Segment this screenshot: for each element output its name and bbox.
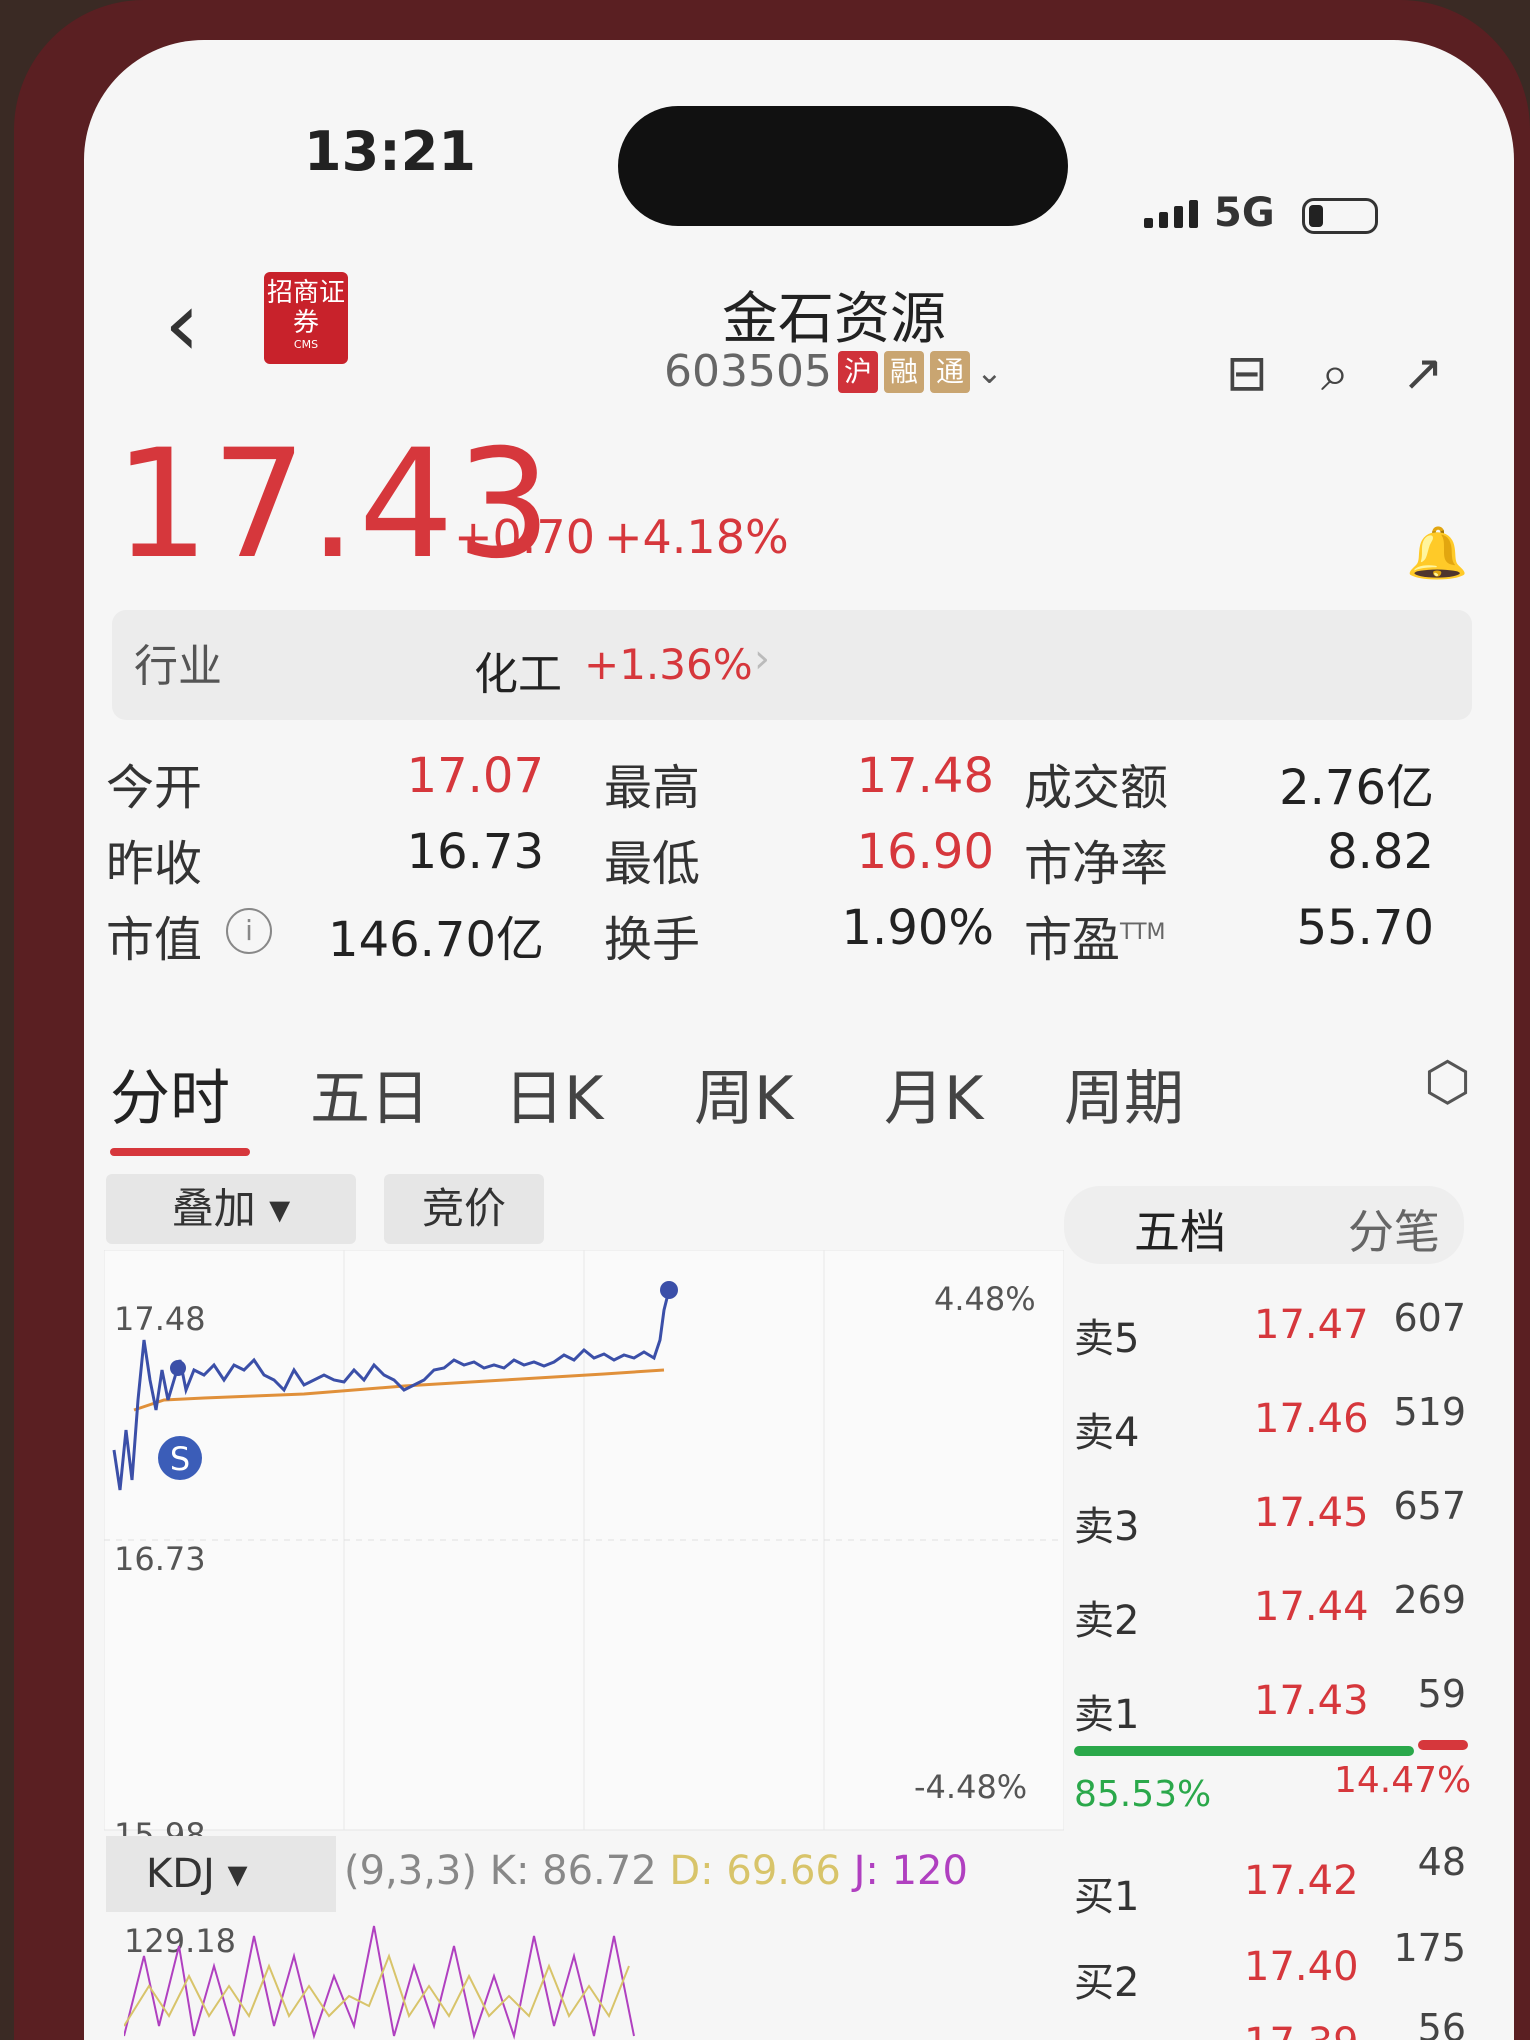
- ask-4-label: 卖4: [1074, 1410, 1140, 1456]
- pe-value: 55.70: [1296, 900, 1434, 956]
- pe-label: 市盈TTM: [1024, 912, 1166, 968]
- tab-five-day[interactable]: 五日: [310, 1050, 430, 1137]
- industry-name: 化工: [474, 649, 562, 700]
- high-label: 最高: [604, 760, 701, 816]
- tab-weekly-k[interactable]: 周K: [694, 1050, 793, 1137]
- ask-1-label: 卖1: [1074, 1692, 1140, 1738]
- ask-4-vol: 519: [1393, 1390, 1466, 1434]
- turnover-label: 换手: [604, 912, 701, 968]
- auction-button[interactable]: 竞价: [384, 1174, 544, 1244]
- prev-close-label: 昨收: [106, 836, 203, 892]
- tab-period[interactable]: 周期: [1064, 1050, 1184, 1137]
- stock-code-row[interactable]: 603505 沪 融 通 ⌄: [664, 346, 1003, 397]
- bid-3-price: 17.39: [1244, 2020, 1359, 2040]
- ask-3-vol: 657: [1393, 1484, 1466, 1528]
- sell-ratio: 14.47%: [1334, 1760, 1472, 1801]
- overlay-dropdown[interactable]: 叠加 ▾: [106, 1174, 356, 1244]
- sell-marker-icon: S: [170, 1440, 190, 1478]
- prev-close-value: 16.73: [406, 824, 544, 880]
- bid-2-vol: 175: [1393, 1926, 1466, 1970]
- ask-1-price: 17.43: [1254, 1678, 1369, 1724]
- active-tab-indicator: [110, 1148, 250, 1156]
- sell-ratio-bar: [1418, 1740, 1468, 1750]
- turnover-value: 1.90%: [841, 900, 994, 956]
- tab-monthly-k[interactable]: 月K: [884, 1050, 983, 1137]
- status-time: 13:21: [304, 120, 476, 183]
- open-value: 17.07: [406, 748, 544, 804]
- bid-3-vol: 56: [1417, 2006, 1466, 2040]
- chevron-down-icon: ⌄: [975, 352, 1003, 391]
- ask-5-vol: 607: [1393, 1296, 1466, 1340]
- market-cap-label: 市值: [106, 912, 203, 968]
- phone-frame: 13:21 5G ‹ 招商证券 CMS 金石资源 603505 沪 融 通 ⌄ …: [14, 0, 1530, 2040]
- low-label: 最低: [604, 836, 701, 892]
- pct-axis-bottom: -4.48%: [914, 1768, 1028, 1806]
- industry-change: +1.36%: [584, 640, 753, 689]
- broker-logo: 招商证券 CMS: [264, 272, 348, 364]
- bid-1-vol: 48: [1417, 1840, 1466, 1884]
- buy-ratio-bar: [1074, 1746, 1414, 1756]
- stock-code: 603505: [664, 346, 832, 397]
- badge-connect: 通: [929, 350, 970, 393]
- bid-2-label: 买2: [1074, 1960, 1140, 2006]
- network-label: 5G: [1214, 190, 1275, 236]
- ask-5-label: 卖5: [1074, 1316, 1140, 1362]
- pb-value: 8.82: [1327, 824, 1434, 880]
- amount-value: 2.76亿: [1279, 760, 1434, 816]
- badge-margin: 融: [883, 350, 924, 393]
- bid-3-label: 买3: [1074, 2026, 1139, 2040]
- minus-box-icon[interactable]: ⊟: [1214, 340, 1280, 406]
- indicator-dropdown[interactable]: KDJ ▾: [106, 1836, 336, 1912]
- bid-2-price: 17.40: [1244, 1944, 1359, 1990]
- tab-daily-k[interactable]: 日K: [504, 1050, 603, 1137]
- ask-2-label: 卖2: [1074, 1598, 1140, 1644]
- industry-label: 行业: [134, 641, 222, 692]
- tab-ticks[interactable]: 分笔: [1348, 1196, 1440, 1262]
- ask-3-price: 17.45: [1254, 1490, 1369, 1536]
- kdj-chart[interactable]: [124, 1916, 684, 2040]
- battery-icon: [1302, 198, 1378, 234]
- high-value: 17.48: [856, 748, 994, 804]
- search-icon[interactable]: ⌕: [1302, 340, 1368, 406]
- indicator-values: (9,3,3) K: 86.72 D: 69.66 J: 120: [344, 1848, 968, 1894]
- signal-icon: [1144, 200, 1198, 228]
- bid-1-price: 17.42: [1244, 1858, 1359, 1904]
- ask-2-price: 17.44: [1254, 1584, 1369, 1630]
- badge-sh: 沪: [837, 350, 878, 393]
- alert-bell-icon[interactable]: 🔔: [1406, 524, 1468, 583]
- back-icon[interactable]: ‹: [164, 280, 200, 370]
- ask-1-vol: 59: [1417, 1672, 1466, 1716]
- open-label: 今开: [106, 760, 203, 816]
- amount-label: 成交额: [1024, 760, 1169, 816]
- dynamic-island: [618, 106, 1068, 226]
- settings-icon[interactable]: ⬡: [1424, 1050, 1471, 1113]
- y-axis-top: 17.48: [114, 1300, 206, 1338]
- price-change-pct: +4.18%: [604, 510, 789, 564]
- y-axis-mid: 16.73: [114, 1540, 206, 1578]
- ask-2-vol: 269: [1393, 1578, 1466, 1622]
- share-icon[interactable]: ↗: [1390, 340, 1456, 406]
- pct-axis-top: 4.48%: [934, 1280, 1036, 1318]
- price-change: +0.70: [454, 510, 595, 564]
- industry-bar[interactable]: [112, 610, 1472, 720]
- bid-1-label: 买1: [1074, 1874, 1140, 1920]
- market-cap-value: 146.70亿: [328, 912, 544, 968]
- low-value: 16.90: [856, 824, 994, 880]
- tab-five-levels[interactable]: 五档: [1134, 1196, 1226, 1262]
- intraday-chart[interactable]: S: [104, 1250, 1064, 1850]
- stock-name: 金石资源: [722, 287, 946, 352]
- ask-4-price: 17.46: [1254, 1396, 1369, 1442]
- info-icon[interactable]: i: [226, 908, 272, 954]
- ask-3-label: 卖3: [1074, 1504, 1140, 1550]
- pb-label: 市净率: [1024, 836, 1169, 892]
- tab-intraday[interactable]: 分时: [110, 1050, 230, 1137]
- chevron-right-icon: ›: [754, 636, 770, 682]
- screen: 13:21 5G ‹ 招商证券 CMS 金石资源 603505 沪 融 通 ⌄ …: [84, 40, 1514, 2040]
- ask-5-price: 17.47: [1254, 1302, 1369, 1348]
- buy-ratio: 85.53%: [1074, 1774, 1212, 1815]
